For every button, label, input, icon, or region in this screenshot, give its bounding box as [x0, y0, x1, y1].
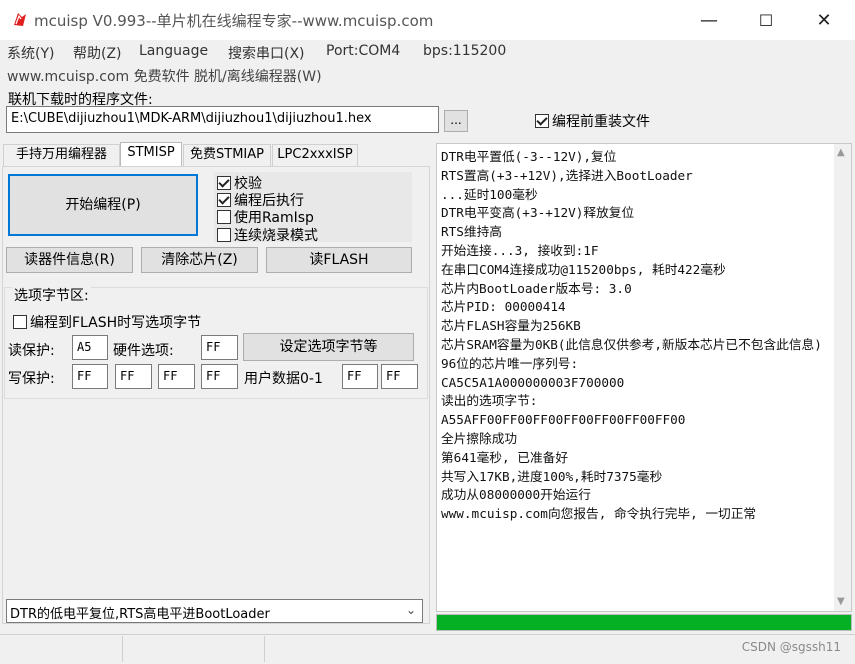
progress-fill	[437, 615, 851, 630]
file-path-field[interactable]: E:\CUBE\dijiuzhou1\MDK-ARM\dijiuzhou1\di…	[6, 106, 439, 133]
minimize-icon: —	[700, 9, 718, 31]
continuous-burn-option[interactable]: 连续烧录模式	[217, 225, 318, 245]
write-option-bytes-checkbox[interactable]	[13, 315, 27, 329]
watermark: CSDN @sgssh11	[741, 640, 841, 654]
browse-button[interactable]: ...	[444, 110, 468, 132]
log-text: DTR电平置低(-3--12V),复位 RTS置高(+3-+12V),选择进入B…	[441, 149, 822, 522]
menu-language[interactable]: Language	[139, 43, 208, 59]
erase-chip-button[interactable]: 清除芯片(Z)	[141, 247, 258, 273]
close-button[interactable]: ✕	[795, 0, 853, 40]
write-option-bytes-option[interactable]: 编程到FLASH时写选项字节	[13, 312, 201, 332]
scroll-up-icon[interactable]: ▲	[837, 147, 845, 158]
status-divider	[264, 636, 265, 662]
log-output[interactable]: DTR电平置低(-3--12V),复位 RTS置高(+3-+12V),选择进入B…	[436, 143, 852, 612]
hardware-option-field[interactable]: FF	[201, 335, 238, 360]
verify-checkbox[interactable]	[217, 176, 231, 190]
write-protect-field-2[interactable]: FF	[115, 364, 152, 389]
status-divider	[122, 636, 123, 662]
write-protect-field-1[interactable]: FF	[72, 364, 108, 389]
continuous-burn-label: 连续烧录模式	[234, 228, 318, 244]
read-flash-button[interactable]: 读FLASH	[266, 247, 412, 273]
app-logo-icon	[14, 13, 26, 26]
use-ramisp-checkbox[interactable]	[217, 210, 231, 224]
user-data-field-1[interactable]: FF	[381, 364, 418, 389]
menu-search-port[interactable]: 搜索串口(X)	[228, 43, 305, 63]
use-ramisp-option[interactable]: 使用RamIsp	[217, 207, 314, 227]
reload-file-option[interactable]: 编程前重装文件	[535, 111, 650, 131]
maximize-icon: ☐	[758, 10, 774, 30]
scroll-down-icon[interactable]: ▼	[837, 596, 845, 607]
set-option-bytes-button[interactable]: 设定选项字节等	[243, 333, 414, 361]
maximize-button[interactable]: ☐	[737, 0, 795, 40]
option-bytes-title: 选项字节区:	[12, 285, 91, 305]
read-protect-field[interactable]: A5	[72, 335, 108, 360]
tab-free-stmiap[interactable]: 免费STMIAP	[183, 144, 271, 166]
menu-system[interactable]: 系统(Y)	[7, 43, 54, 63]
start-program-button[interactable]: 开始编程(P)	[8, 174, 198, 236]
reload-file-checkbox[interactable]	[535, 114, 549, 128]
chevron-down-icon: ⌄	[405, 603, 416, 617]
tab-stmisp[interactable]: STMISP	[120, 142, 182, 166]
write-option-bytes-label: 编程到FLASH时写选项字节	[30, 315, 202, 331]
menu-help[interactable]: 帮助(Z)	[73, 43, 122, 63]
tab-handheld-programmer[interactable]: 手持万用编程器	[3, 144, 120, 166]
minimize-button[interactable]: —	[680, 0, 738, 40]
write-protect-field-4[interactable]: FF	[201, 364, 238, 389]
run-after-program-checkbox[interactable]	[217, 193, 231, 207]
continuous-burn-checkbox[interactable]	[217, 228, 231, 242]
log-scrollbar[interactable]: ▲ ▼	[834, 144, 851, 611]
close-icon: ✕	[816, 9, 832, 31]
user-data-field-0[interactable]: FF	[342, 364, 378, 389]
menu-bps[interactable]: bps:115200	[423, 43, 506, 59]
use-ramisp-label: 使用RamIsp	[234, 210, 314, 226]
status-bar	[0, 634, 855, 664]
boot-mode-select[interactable]: DTR的低电平复位,RTS高电平进BootLoader ⌄	[6, 599, 423, 623]
write-protect-field-3[interactable]: FF	[158, 364, 195, 389]
hardware-option-label: 硬件选项:	[113, 343, 174, 359]
reload-file-label: 编程前重装文件	[552, 114, 650, 130]
menu-port[interactable]: Port:COM4	[326, 43, 400, 59]
read-protect-label: 读保护:	[8, 343, 55, 359]
tab-lpc2xxxisp[interactable]: LPC2xxxISP	[272, 144, 358, 166]
boot-mode-value: DTR的低电平复位,RTS高电平进BootLoader	[10, 607, 270, 622]
progress-bar	[436, 614, 852, 631]
write-protect-label: 写保护:	[8, 371, 55, 387]
read-device-info-button[interactable]: 读器件信息(R)	[6, 247, 133, 273]
user-data-label: 用户数据0-1	[244, 371, 323, 387]
menu-offline-programmer[interactable]: www.mcuisp.com 免费软件 脱机/离线编程器(W)	[7, 66, 322, 86]
window-title: mcuisp V0.993--单片机在线编程专家--www.mcuisp.com	[34, 12, 434, 30]
